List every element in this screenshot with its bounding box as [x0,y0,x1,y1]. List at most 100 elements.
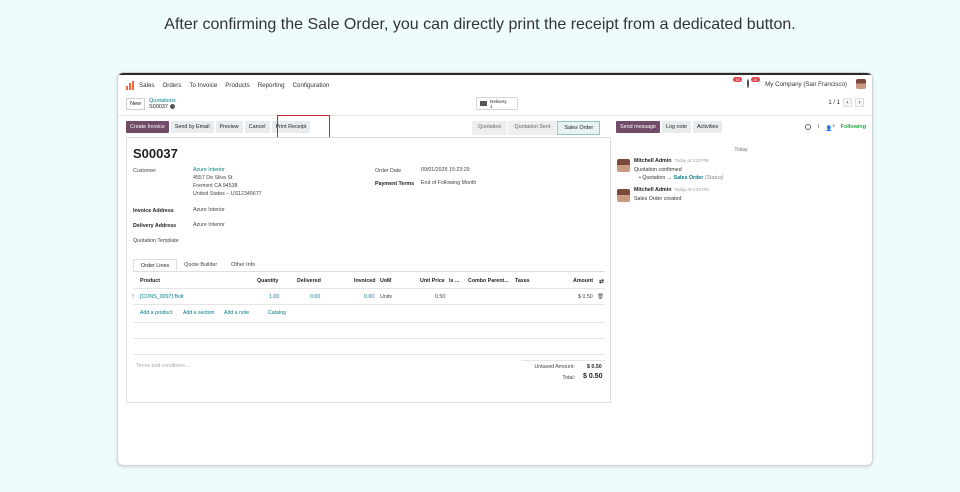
pager-value[interactable]: 1 / 1 [828,100,840,106]
column-settings-icon[interactable]: ⇄ [599,278,604,285]
delivery-smart-button[interactable]: Delivery 1 [476,97,518,110]
row-quantity[interactable]: 1.00 [269,294,279,300]
app-window: Sales Orders To Invoice Products Reporti… [117,72,873,466]
trash-icon[interactable]: 🗑 [597,294,604,300]
tracking-value: • Quotation → Sales Order (Status) [639,175,724,181]
menu-configuration[interactable]: Configuration [293,82,330,89]
top-navbar: Sales Orders To Invoice Products Reporti… [118,75,872,95]
order-date-field[interactable]: 09/01/2025 15:23:29 [421,167,470,175]
avatar[interactable] [617,159,630,172]
activity-badge: 21 [751,77,760,82]
customer-address-line3: United States – US12345677 [193,191,262,197]
terms-input[interactable]: Terms and conditions... [136,363,189,369]
message-author: Mitchell Admin Today at 3:23 PM [634,187,709,193]
gear-icon[interactable] [169,104,175,110]
divider [133,354,605,355]
activity-clock-icon[interactable]: 21 [747,77,760,88]
create-invoice-button[interactable]: Create Invoice [126,121,169,133]
form-tabs: Order Lines Quote Builder Other Info [133,259,605,272]
send-message-button[interactable]: Send message [616,121,660,133]
pager-next-button[interactable]: › [855,98,864,107]
col-taxes[interactable]: Taxes [515,278,530,284]
status-bar: Quotation Quotation Sent Sales Order [472,121,601,135]
col-delivered[interactable]: Delivered [297,278,321,284]
following-button[interactable]: Following [841,124,866,130]
menu-to-invoice[interactable]: To Invoice [189,82,217,89]
message-body: Quotation confirmed [634,167,682,173]
divider [133,304,605,305]
order-name: S00037 [133,146,178,161]
invoice-address-label: Invoice Address [133,208,174,214]
add-section-link[interactable]: Add a section [183,310,214,316]
stage-sales-order[interactable]: Sales Order [557,121,601,135]
truck-icon [480,101,487,106]
chat-icon[interactable]: 15 [729,77,742,88]
log-note-button[interactable]: Log note [661,121,691,133]
col-amount[interactable]: Amount [573,278,593,284]
row-invoiced[interactable]: 0.00 [364,294,374,300]
breadcrumb: Quotations S00037 [149,98,176,110]
payment-terms-label: Payment Terms [375,181,415,187]
pager: 1 / 1 ‹ › [828,98,864,107]
invoice-address-field[interactable]: Azure Interior [193,207,225,215]
add-note-link[interactable]: Add a note [224,310,249,316]
col-invoiced[interactable]: Invoiced [354,278,376,284]
menu-products[interactable]: Products [225,82,249,89]
col-combo-parent[interactable]: Combo Parent... [468,278,509,284]
order-date-label: Order Date [375,168,402,174]
company-switcher[interactable]: My Company (San Francisco) [765,81,847,88]
menu-orders[interactable]: Orders [162,82,181,89]
pager-previous-button[interactable]: ‹ [843,98,852,107]
preview-button[interactable]: Preview [215,121,243,133]
chat-badge: 15 [733,77,742,82]
form-sheet: S00037 Customer Azure Interior 4557 De S… [126,137,611,403]
search-icon[interactable] [804,124,811,131]
message-author: Mitchell Admin Today at 3:23 PM [634,158,709,164]
customer-field[interactable]: Azure Interior [193,167,225,175]
row-delivered[interactable]: 0.00 [310,294,320,300]
today-separator: Today [734,147,748,153]
row-unit-price[interactable]: 0.50 [435,294,445,300]
app-name[interactable]: Sales [139,82,154,89]
untaxed-amount-value: $ 0.50 [587,364,602,370]
followers-button[interactable]: 👤2 [826,123,835,132]
divider [118,115,872,116]
add-product-link[interactable]: Add a product [140,310,172,316]
col-is[interactable]: Is ... [449,278,459,284]
tab-other-info[interactable]: Other Info [224,259,262,271]
avatar[interactable] [617,189,630,202]
activities-button[interactable]: Activities [692,121,723,133]
cancel-button[interactable]: Cancel [244,121,270,133]
customer-address-line1: 4557 De Silva St [193,175,233,181]
chatter-buttons: Send message Log note Activities [616,121,723,133]
user-avatar[interactable] [856,79,866,89]
payment-terms-field[interactable]: End of Following Month [421,180,476,188]
new-button[interactable]: New [126,98,146,110]
col-unit-price[interactable]: Unit Price [420,278,445,284]
col-quantity[interactable]: Quantity [257,278,278,284]
col-product[interactable]: Product [140,278,160,284]
row-amount: $ 0.50 [578,294,593,300]
message-time: Today at 3:23 PM [674,187,709,192]
menu-reporting[interactable]: Reporting [258,82,285,89]
row-product[interactable]: [CONS_0097] Bolt [140,294,184,300]
total-label: Total: [562,375,575,381]
sales-app-icon[interactable] [126,80,135,90]
untaxed-amount-label: Untaxed Amount: [534,364,575,370]
stage-quotation[interactable]: Quotation [472,121,509,135]
breadcrumb-current: S00037 [149,104,168,110]
col-uom[interactable]: UoM [380,278,391,284]
paperclip-icon[interactable]: ⌇ [817,124,820,130]
chatter-toolbar: ⌇ 👤2 Following [804,123,866,132]
delivery-address-field[interactable]: Azure Interior [193,222,225,230]
catalog-link[interactable]: Catalog [268,310,286,316]
tab-order-lines[interactable]: Order Lines [133,259,178,271]
row-uom[interactable]: Units [380,294,392,300]
stage-quotation-sent[interactable]: Quotation Sent [508,121,558,135]
tab-quote-builder[interactable]: Quote Builder [177,259,224,271]
divider [522,360,605,361]
drag-handle-icon[interactable]: ⠿ [131,294,135,300]
divider [133,288,605,289]
send-by-email-button[interactable]: Send by Email [170,121,214,133]
page-caption: After confirming the Sale Order, you can… [164,16,796,33]
